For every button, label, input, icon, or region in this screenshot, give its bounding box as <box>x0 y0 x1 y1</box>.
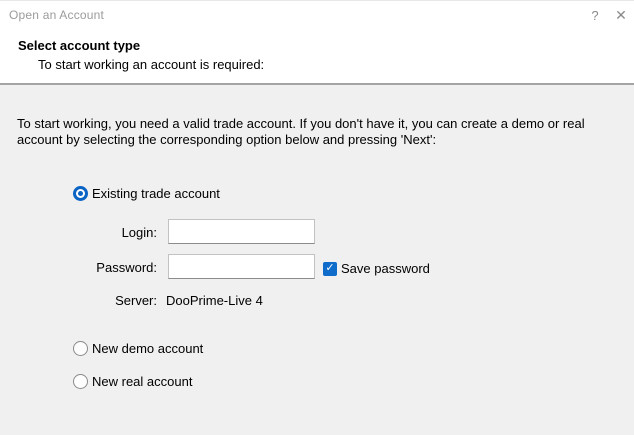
radio-real-label: New real account <box>92 374 192 389</box>
description-text: To start working, you need a valid trade… <box>17 116 599 148</box>
page-title: Select account type <box>18 38 140 53</box>
checkbox-checked-icon[interactable]: ✓ <box>323 262 337 276</box>
password-input[interactable] <box>168 254 315 279</box>
login-label: Login: <box>40 225 157 240</box>
login-input[interactable] <box>168 219 315 244</box>
title-bar: Open an Account ? ✕ <box>0 0 634 28</box>
save-password-label: Save password <box>341 261 430 276</box>
close-icon: ✕ <box>615 7 627 24</box>
dialog-body: To start working, you need a valid trade… <box>0 85 634 435</box>
server-value: DooPrime-Live 4 <box>166 293 263 308</box>
save-password-checkbox[interactable]: ✓ Save password <box>323 261 430 276</box>
page-subtitle: To start working an account is required: <box>38 57 264 72</box>
open-account-dialog: Open an Account ? ✕ Select account type … <box>0 0 634 435</box>
radio-demo-label: New demo account <box>92 341 203 356</box>
server-label: Server: <box>40 293 157 308</box>
password-label: Password: <box>40 260 157 275</box>
radio-existing-trade-account[interactable]: Existing trade account <box>73 185 220 201</box>
radio-selected-icon[interactable] <box>73 186 88 201</box>
wizard-header: Select account type To start working an … <box>0 28 634 83</box>
close-button[interactable]: ✕ <box>606 1 634 29</box>
radio-existing-label: Existing trade account <box>92 186 220 201</box>
radio-unselected-icon[interactable] <box>73 374 88 389</box>
check-icon: ✓ <box>325 263 334 274</box>
window-title: Open an Account <box>9 8 104 22</box>
help-icon: ? <box>591 8 598 23</box>
radio-unselected-icon[interactable] <box>73 341 88 356</box>
radio-new-real-account[interactable]: New real account <box>73 373 192 389</box>
radio-new-demo-account[interactable]: New demo account <box>73 340 203 356</box>
